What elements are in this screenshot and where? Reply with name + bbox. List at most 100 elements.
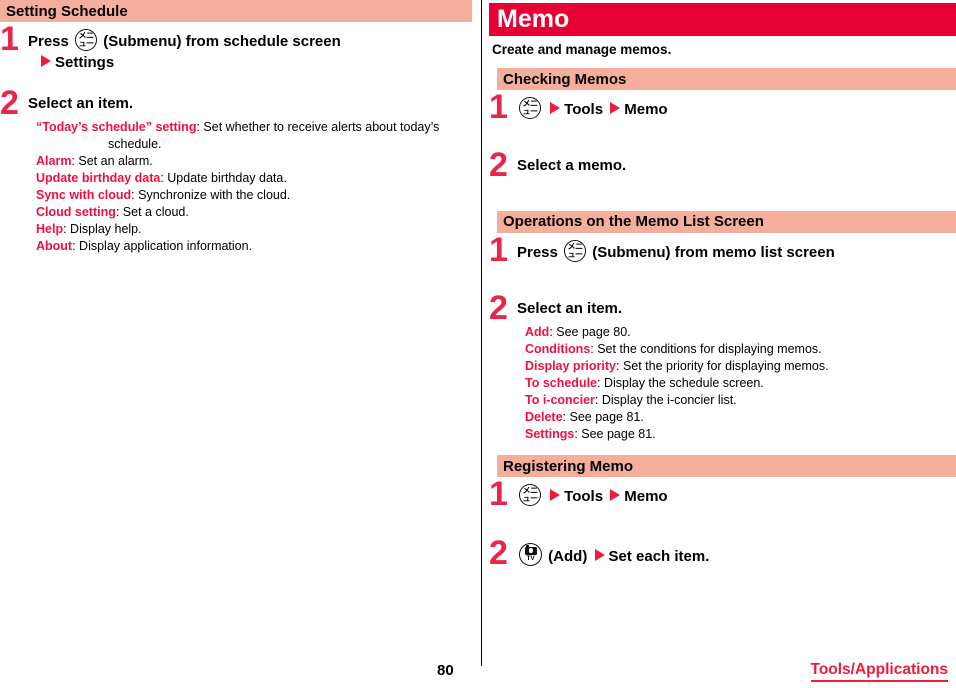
menu-key-icon: メニュー [519,484,541,507]
step-number: 1 [0,20,19,58]
option-term: Conditions [525,342,591,357]
list-item: Delete: See page 81. [525,409,956,426]
list-item: About: Display application information. [36,238,472,255]
step-text: Press メニュー (Submenu) from schedule scree… [28,28,472,74]
step-text-after: (Submenu) from schedule screen [103,33,341,50]
step-text: TV (Add) Set each item. [517,542,956,567]
triangle-right-icon [610,102,621,115]
step-1: 1 メニュー Tools Memo [489,475,956,514]
list-item: Help: Display help. [36,221,472,238]
option-desc-continued: schedule. [108,136,162,151]
option-desc: : See page 81. [562,410,644,425]
page-number: 80 [437,662,454,679]
step-text: メニュー Tools Memo [517,483,956,507]
footer-chapter-title: Tools/Applications [810,661,948,682]
option-term: Delete [525,410,563,425]
step-text: Press メニュー (Submenu) from memo list scre… [517,239,956,263]
section-header-label: Operations on the Memo List Screen [503,213,764,231]
option-term: To i-concier [525,393,595,408]
triangle-right-icon [41,55,51,68]
list-item: Display priority: Set the priority for d… [525,358,956,375]
step-2: 2 Select an item. Add: See page 80. Cond… [489,289,956,443]
step-2: 2 Select an item. “Today’s schedule” set… [0,83,472,255]
option-term: Sync with cloud [36,187,132,202]
camera-icon [524,545,537,555]
menu-key-glyph: メニュー [522,486,539,504]
camera-tv-key-label: TV [526,554,535,562]
left-column: Setting Schedule 1 Press メニュー (Submenu) … [0,0,472,255]
nav-label-memo: Memo [624,488,668,506]
step-text-after: (Add) [548,547,588,565]
option-desc: : See page 81. [574,427,656,442]
option-description-list: “Today’s schedule” setting: Set whether … [36,119,472,255]
step-sub-line: Settings [28,52,472,73]
option-term: To schedule [525,376,598,391]
section-header-label: Registering Memo [503,457,634,475]
right-column: Memo Create and manage memos. Checking M… [489,0,956,572]
list-item: Sync with cloud: Synchronize with the cl… [36,187,472,204]
menu-key-icon: メニュー [519,97,541,120]
nav-label-set-each-item: Set each item. [608,547,710,565]
list-item: To i-concier: Display the i-concier list… [525,392,956,409]
option-term: Alarm [36,153,72,168]
step-1: 1 メニュー Tools Memo [489,88,956,127]
step-text-before: Press [28,33,69,50]
section-header-label: Setting Schedule [6,2,128,20]
triangle-right-icon [550,489,561,502]
step-title: Select an item. [517,300,623,318]
option-term: Add [525,325,550,340]
triangle-right-icon [594,548,605,561]
section-header-setting-schedule: Setting Schedule [0,0,472,22]
nav-label-memo: Memo [624,101,668,119]
chapter-title: Memo [497,5,570,33]
step-sub-line-label: Settings [55,54,115,72]
step-text-before: Press [517,243,558,261]
option-desc: : Set a cloud. [115,204,189,219]
menu-key-icon: メニュー [564,239,587,262]
nav-label-tools: Tools [564,488,604,506]
step-number: 1 [489,230,508,269]
option-desc: : Display help. [63,221,142,236]
step-title: Select an item. [28,94,134,112]
menu-key-icon: メニュー [75,29,98,51]
column-divider [481,0,482,666]
list-item: “Today’s schedule” setting: Set whether … [36,119,472,153]
option-desc: : Set the conditions for displaying memo… [590,342,822,357]
option-desc: : Synchronize with the cloud. [131,187,291,202]
option-term: “Today’s schedule” setting [36,119,197,134]
section-header-checking-memos: Checking Memos [497,68,956,91]
step-number: 1 [489,88,508,127]
option-term: Cloud setting [36,204,116,219]
step-number: 2 [0,83,19,122]
step-number: 1 [489,475,508,514]
section-header-operations-memo-list: Operations on the Memo List Screen [497,210,956,233]
step-text: メニュー Tools Memo [517,96,956,120]
nav-label-tools: Tools [564,101,604,119]
option-desc: : Display the schedule screen. [597,376,764,391]
chapter-header-memo: Memo [489,3,956,36]
list-item: To schedule: Display the schedule screen… [525,375,956,392]
page-footer: 80 Tools/Applications [0,654,956,688]
list-item: Conditions: Set the conditions for displ… [525,341,956,358]
option-desc: : Set whether to receive alerts about to… [196,119,440,134]
option-desc: : See page 80. [549,325,631,340]
option-description-list: Add: See page 80. Conditions: Set the co… [525,324,956,443]
section-header-label: Checking Memos [503,70,627,88]
option-desc: : Update birthday data. [160,170,287,185]
list-item: Update birthday data: Update birthday da… [36,170,472,187]
option-desc: : Set the priority for displaying memos. [616,359,829,374]
menu-key-glyph: メニュー [78,31,95,48]
camera-tv-key-icon: TV [519,542,542,566]
list-item: Settings: See page 81. [525,426,956,443]
option-desc: : Set an alarm. [71,153,153,168]
option-term: Update birthday data [36,170,161,185]
option-term: Display priority [525,359,616,374]
step-title: Select a memo. [517,157,627,175]
step-number: 2 [489,289,508,328]
step-number: 2 [489,146,508,185]
triangle-right-icon [610,489,621,502]
step-number: 2 [489,533,508,572]
step-2: 2 Select a memo. [489,149,956,183]
list-item: Cloud setting: Set a cloud. [36,204,472,221]
option-term: Settings [525,427,575,442]
